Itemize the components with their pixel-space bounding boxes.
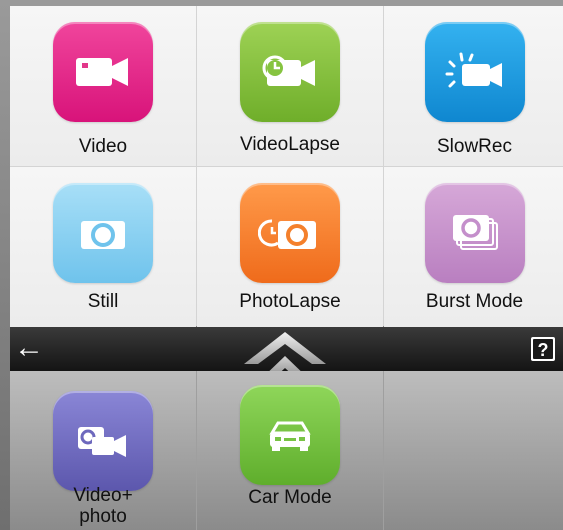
mode-tile-car-mode[interactable]: Car Mode (197, 371, 383, 530)
photolapse-icon (240, 183, 340, 283)
mode-tile-photolapse[interactable]: PhotoLapse (197, 167, 383, 327)
divider (383, 371, 384, 530)
mode-label-burst: Burst Mode (425, 291, 524, 312)
video-camera-icon (53, 22, 153, 122)
mode-label-slowrec: SlowRec (437, 136, 512, 157)
mode-tile-video-plus-photo[interactable]: Video+ photo (10, 371, 196, 530)
mode-grid: Video VideoLapse SlowRec Still PhotoLaps… (10, 6, 563, 327)
mode-label-still: Still (87, 291, 119, 312)
mode-label-video-plus-photo: Video+ photo (73, 485, 133, 527)
mode-label-car-mode: Car Mode (248, 487, 332, 508)
burst-mode-icon (424, 183, 525, 283)
still-camera-icon (53, 183, 153, 283)
slowrec-icon (424, 22, 525, 122)
help-symbol: ? (538, 340, 549, 360)
videolapse-icon (240, 22, 340, 122)
mode-tile-video[interactable]: Video (10, 6, 196, 166)
help-icon[interactable]: ? (529, 335, 557, 363)
mode-label-videolapse: VideoLapse (239, 134, 341, 155)
mode-label-photolapse: PhotoLapse (239, 291, 341, 312)
back-arrow-icon[interactable]: ← (14, 331, 58, 367)
video-plus-photo-icon (53, 391, 153, 491)
mode-tile-videolapse[interactable]: VideoLapse (197, 6, 383, 166)
mode-tile-slowrec[interactable]: SlowRec (384, 6, 563, 166)
car-mode-icon (240, 385, 340, 485)
mode-tile-burst[interactable]: Burst Mode (384, 167, 563, 327)
additional-modes-panel: Video+ photo Car Mode (10, 371, 563, 530)
mode-tile-still[interactable]: Still (10, 167, 196, 327)
mode-label-video: Video (78, 136, 128, 157)
